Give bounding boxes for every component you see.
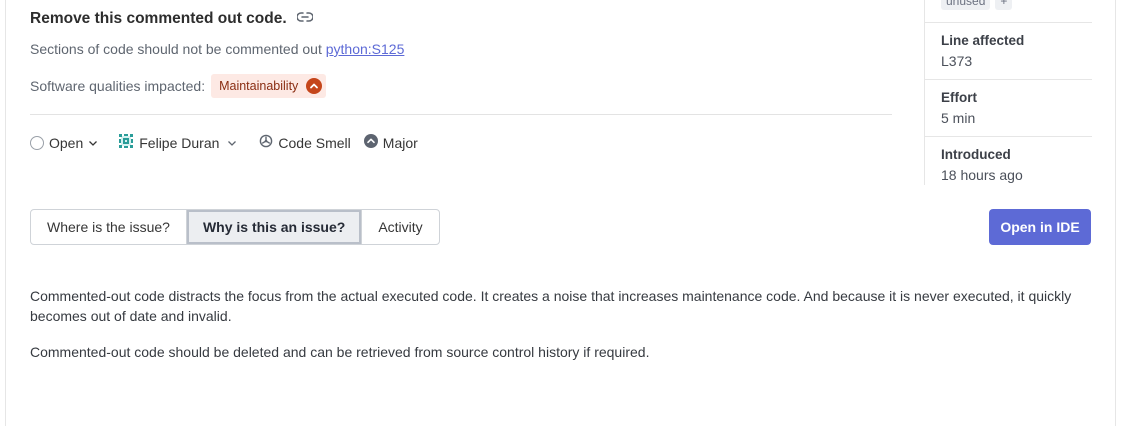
- quality-badge[interactable]: Maintainability: [211, 74, 327, 98]
- tab-why-is-this-an-issue[interactable]: Why is this an issue?: [185, 210, 362, 244]
- tag-unused[interactable]: unused: [941, 0, 991, 10]
- severity-label: Major: [382, 134, 418, 151]
- status-radio-icon: [30, 135, 44, 150]
- severity-up-icon: [306, 78, 323, 94]
- issue-tabs: Where is the issue? Why is this an issue…: [30, 209, 440, 245]
- avatar-icon: [118, 133, 134, 152]
- description-paragraph: Commented-out code distracts the focus f…: [30, 288, 1072, 324]
- line-affected-label: Line affected: [941, 33, 1025, 48]
- quality-badge-label: Maintainability: [219, 79, 299, 93]
- introduced-block: Introduced 18 hours ago: [925, 136, 1092, 183]
- issue-title-row: Remove this commented out code.: [30, 10, 313, 28]
- issue-meta-row: Open Felipe Duran Code Smell Major: [30, 133, 418, 152]
- status-dropdown[interactable]: Open: [30, 135, 98, 151]
- effort-label: Effort: [941, 90, 977, 105]
- status-label: Open: [49, 134, 84, 151]
- effort-block: Effort 5 min: [925, 79, 1092, 126]
- tab-where-is-the-issue[interactable]: Where is the issue?: [31, 210, 186, 244]
- rule-text: Sections of code should not be commented…: [30, 41, 322, 57]
- issue-severity: Major: [363, 134, 418, 151]
- qualities-label: Software qualities impacted:: [30, 78, 206, 94]
- issue-type-label: Code Smell: [278, 134, 351, 151]
- link-icon[interactable]: [296, 12, 313, 22]
- issue-description: Commented-out code distracts the focus f…: [30, 286, 1100, 362]
- assignee-name: Felipe Duran: [139, 134, 220, 151]
- effort-value: 5 min: [941, 110, 976, 126]
- software-qualities: Software qualities impacted: Maintainabi…: [30, 74, 327, 98]
- add-tag-button[interactable]: +: [995, 0, 1013, 10]
- chevron-down-icon: [88, 138, 98, 148]
- introduced-label: Introduced: [941, 147, 1011, 162]
- issue-sidebar: unused + Line affected L373 Effort 5 min…: [924, 0, 1092, 185]
- rule-key-link[interactable]: python:S125: [326, 41, 405, 57]
- major-severity-icon: [363, 134, 378, 151]
- issue-title: Remove this commented out code.: [30, 10, 287, 27]
- description-paragraph: Commented-out code should be deleted and…: [30, 344, 650, 360]
- open-in-ide-button[interactable]: Open in IDE: [989, 209, 1091, 245]
- divider: [30, 114, 892, 115]
- code-smell-icon: [259, 134, 273, 151]
- issue-type: Code Smell: [259, 134, 351, 151]
- assignee-dropdown[interactable]: Felipe Duran: [118, 133, 237, 152]
- line-affected-value: L373: [941, 53, 973, 69]
- introduced-value: 18 hours ago: [941, 167, 1023, 183]
- rule-line: Sections of code should not be commented…: [30, 41, 404, 57]
- line-affected-block: Line affected L373: [925, 22, 1092, 69]
- tags-row: unused +: [941, 0, 1013, 10]
- chevron-down-icon: [227, 138, 237, 148]
- tab-activity[interactable]: Activity: [361, 210, 438, 244]
